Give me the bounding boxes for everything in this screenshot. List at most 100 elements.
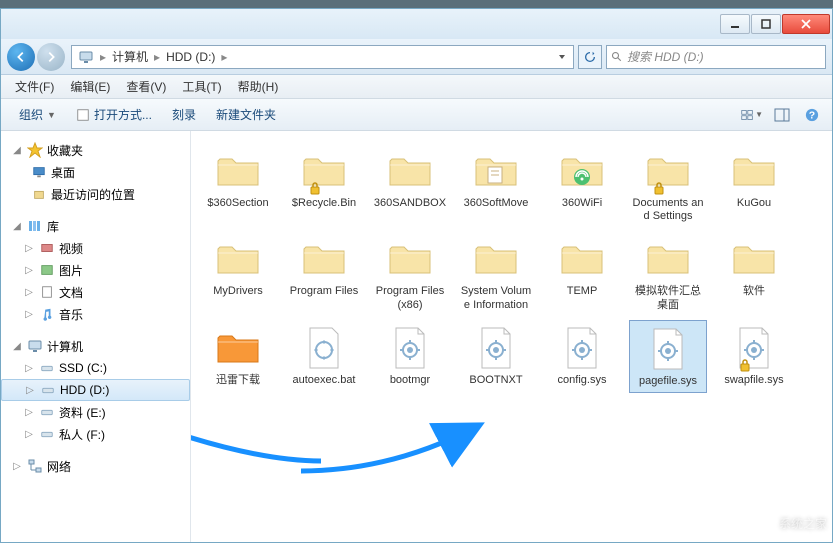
nav-pictures[interactable]: ▷图片 — [1, 259, 190, 281]
file-label: BOOTNXT — [469, 374, 522, 387]
menu-help[interactable]: 帮助(H) — [230, 78, 287, 95]
file-item[interactable]: TEMP — [543, 231, 621, 315]
nav-favorites-header[interactable]: ◢收藏夹 — [1, 139, 190, 161]
file-label: Program Files (x86) — [373, 285, 447, 311]
nav-drive-c[interactable]: ▷SSD (C:) — [1, 357, 190, 379]
breadcrumb-drive[interactable]: HDD (D:) — [162, 46, 219, 68]
file-item[interactable]: 迅雷下载 — [199, 320, 277, 393]
file-label: 360WiFi — [562, 197, 602, 210]
file-item[interactable]: 软件 — [715, 231, 793, 315]
folder-icon — [472, 147, 520, 195]
close-button[interactable] — [782, 14, 830, 34]
nav-drive-f[interactable]: ▷私人 (F:) — [1, 423, 190, 445]
file-item[interactable]: Program Files (x86) — [371, 231, 449, 315]
file-pane[interactable]: $360Section $Recycle.Bin360SANDBOX360Soft… — [191, 131, 832, 542]
file-label: pagefile.sys — [639, 375, 697, 388]
folder-icon — [386, 147, 434, 195]
nav-music[interactable]: ▷音乐 — [1, 303, 190, 325]
organize-button[interactable]: 组织▼ — [9, 106, 66, 123]
lock-icon — [652, 181, 666, 195]
file-label: Program Files — [290, 285, 358, 298]
openwith-button[interactable]: 打开方式... — [66, 106, 162, 123]
folder-icon — [300, 147, 348, 195]
svg-text:?: ? — [809, 109, 815, 121]
file-item[interactable]: 360WiFi — [543, 143, 621, 227]
nav-documents[interactable]: ▷文档 — [1, 281, 190, 303]
search-icon — [611, 51, 623, 63]
nav-network-header[interactable]: ▷网络 — [1, 455, 190, 477]
menu-view[interactable]: 查看(V) — [118, 78, 174, 95]
folder-icon — [730, 147, 778, 195]
preview-pane-button[interactable] — [770, 104, 794, 126]
folder-icon — [644, 235, 692, 283]
file-item[interactable]: $360Section — [199, 143, 277, 227]
annotation-arrow — [191, 411, 331, 474]
newfolder-button[interactable]: 新建文件夹 — [206, 106, 286, 123]
file-item[interactable]: 360SANDBOX — [371, 143, 449, 227]
folder-icon — [472, 235, 520, 283]
file-item[interactable]: Program Files — [285, 231, 363, 315]
file-item[interactable]: config.sys — [543, 320, 621, 393]
desktop-icon — [31, 164, 47, 180]
file-item[interactable]: System Volume Information — [457, 231, 535, 315]
nav-libraries-header[interactable]: ◢库 — [1, 215, 190, 237]
star-icon — [27, 142, 43, 158]
folder-icon — [558, 235, 606, 283]
file-item[interactable]: KuGou — [715, 143, 793, 227]
nav-recent[interactable]: 最近访问的位置 — [1, 183, 190, 205]
nav-bar: ▸ 计算机 ▸ HDD (D:) ▸ 搜索 HDD (D:) — [1, 39, 832, 75]
nav-network: ▷网络 — [1, 455, 190, 477]
breadcrumb-computer[interactable]: 计算机 — [108, 46, 152, 68]
forward-button[interactable] — [37, 43, 65, 71]
file-label: Documents and Settings — [631, 197, 705, 223]
file-item[interactable]: MyDrivers — [199, 231, 277, 315]
address-dropdown[interactable] — [553, 53, 571, 61]
view-button[interactable]: ▼ — [740, 104, 764, 126]
folder-icon — [214, 147, 262, 195]
burn-button[interactable]: 刻录 — [162, 106, 206, 123]
maximize-button[interactable] — [751, 14, 781, 34]
recent-icon — [31, 186, 47, 202]
menu-edit[interactable]: 编辑(E) — [62, 78, 118, 95]
nav-desktop[interactable]: 桌面 — [1, 161, 190, 183]
folder-icon — [644, 147, 692, 195]
file-item[interactable]: $Recycle.Bin — [285, 143, 363, 227]
chevron-right-icon[interactable]: ▸ — [152, 50, 162, 64]
nav-drive-d[interactable]: ▷HDD (D:) — [1, 379, 190, 401]
file-label: 迅雷下载 — [216, 374, 260, 387]
drive-icon — [40, 382, 56, 398]
watermark: 系统之家 — [741, 509, 827, 537]
document-icon — [39, 284, 55, 300]
file-icon — [472, 324, 520, 372]
chevron-right-icon[interactable]: ▸ — [98, 50, 108, 64]
back-button[interactable] — [7, 43, 35, 71]
chevron-right-icon[interactable]: ▸ — [219, 50, 229, 64]
folder-icon — [558, 147, 606, 195]
file-item[interactable]: bootmgr — [371, 320, 449, 393]
menu-tools[interactable]: 工具(T) — [174, 78, 229, 95]
file-item[interactable]: 360SoftMove — [457, 143, 535, 227]
computer-icon — [27, 338, 43, 354]
file-item[interactable]: pagefile.sys — [629, 320, 707, 393]
search-box[interactable]: 搜索 HDD (D:) — [606, 45, 826, 69]
file-label: MyDrivers — [213, 285, 263, 298]
file-item[interactable]: BOOTNXT — [457, 320, 535, 393]
menu-file[interactable]: 文件(F) — [7, 78, 62, 95]
help-button[interactable]: ? — [800, 104, 824, 126]
nav-computer-header[interactable]: ◢计算机 — [1, 335, 190, 357]
nav-drive-e[interactable]: ▷资料 (E:) — [1, 401, 190, 423]
drive-icon — [39, 404, 55, 420]
nav-videos[interactable]: ▷视频 — [1, 237, 190, 259]
file-label: $360Section — [207, 197, 268, 210]
refresh-button[interactable] — [578, 45, 602, 69]
file-item[interactable]: autoexec.bat — [285, 320, 363, 393]
file-item[interactable]: Documents and Settings — [629, 143, 707, 227]
file-icon — [730, 324, 778, 372]
file-item[interactable]: swapfile.sys — [715, 320, 793, 393]
lock-icon — [738, 358, 752, 372]
library-icon — [27, 218, 43, 234]
address-bar[interactable]: ▸ 计算机 ▸ HDD (D:) ▸ — [71, 45, 574, 69]
minimize-button[interactable] — [720, 14, 750, 34]
file-item[interactable]: 模拟软件汇总桌面 — [629, 231, 707, 315]
drive-icon — [39, 360, 55, 376]
